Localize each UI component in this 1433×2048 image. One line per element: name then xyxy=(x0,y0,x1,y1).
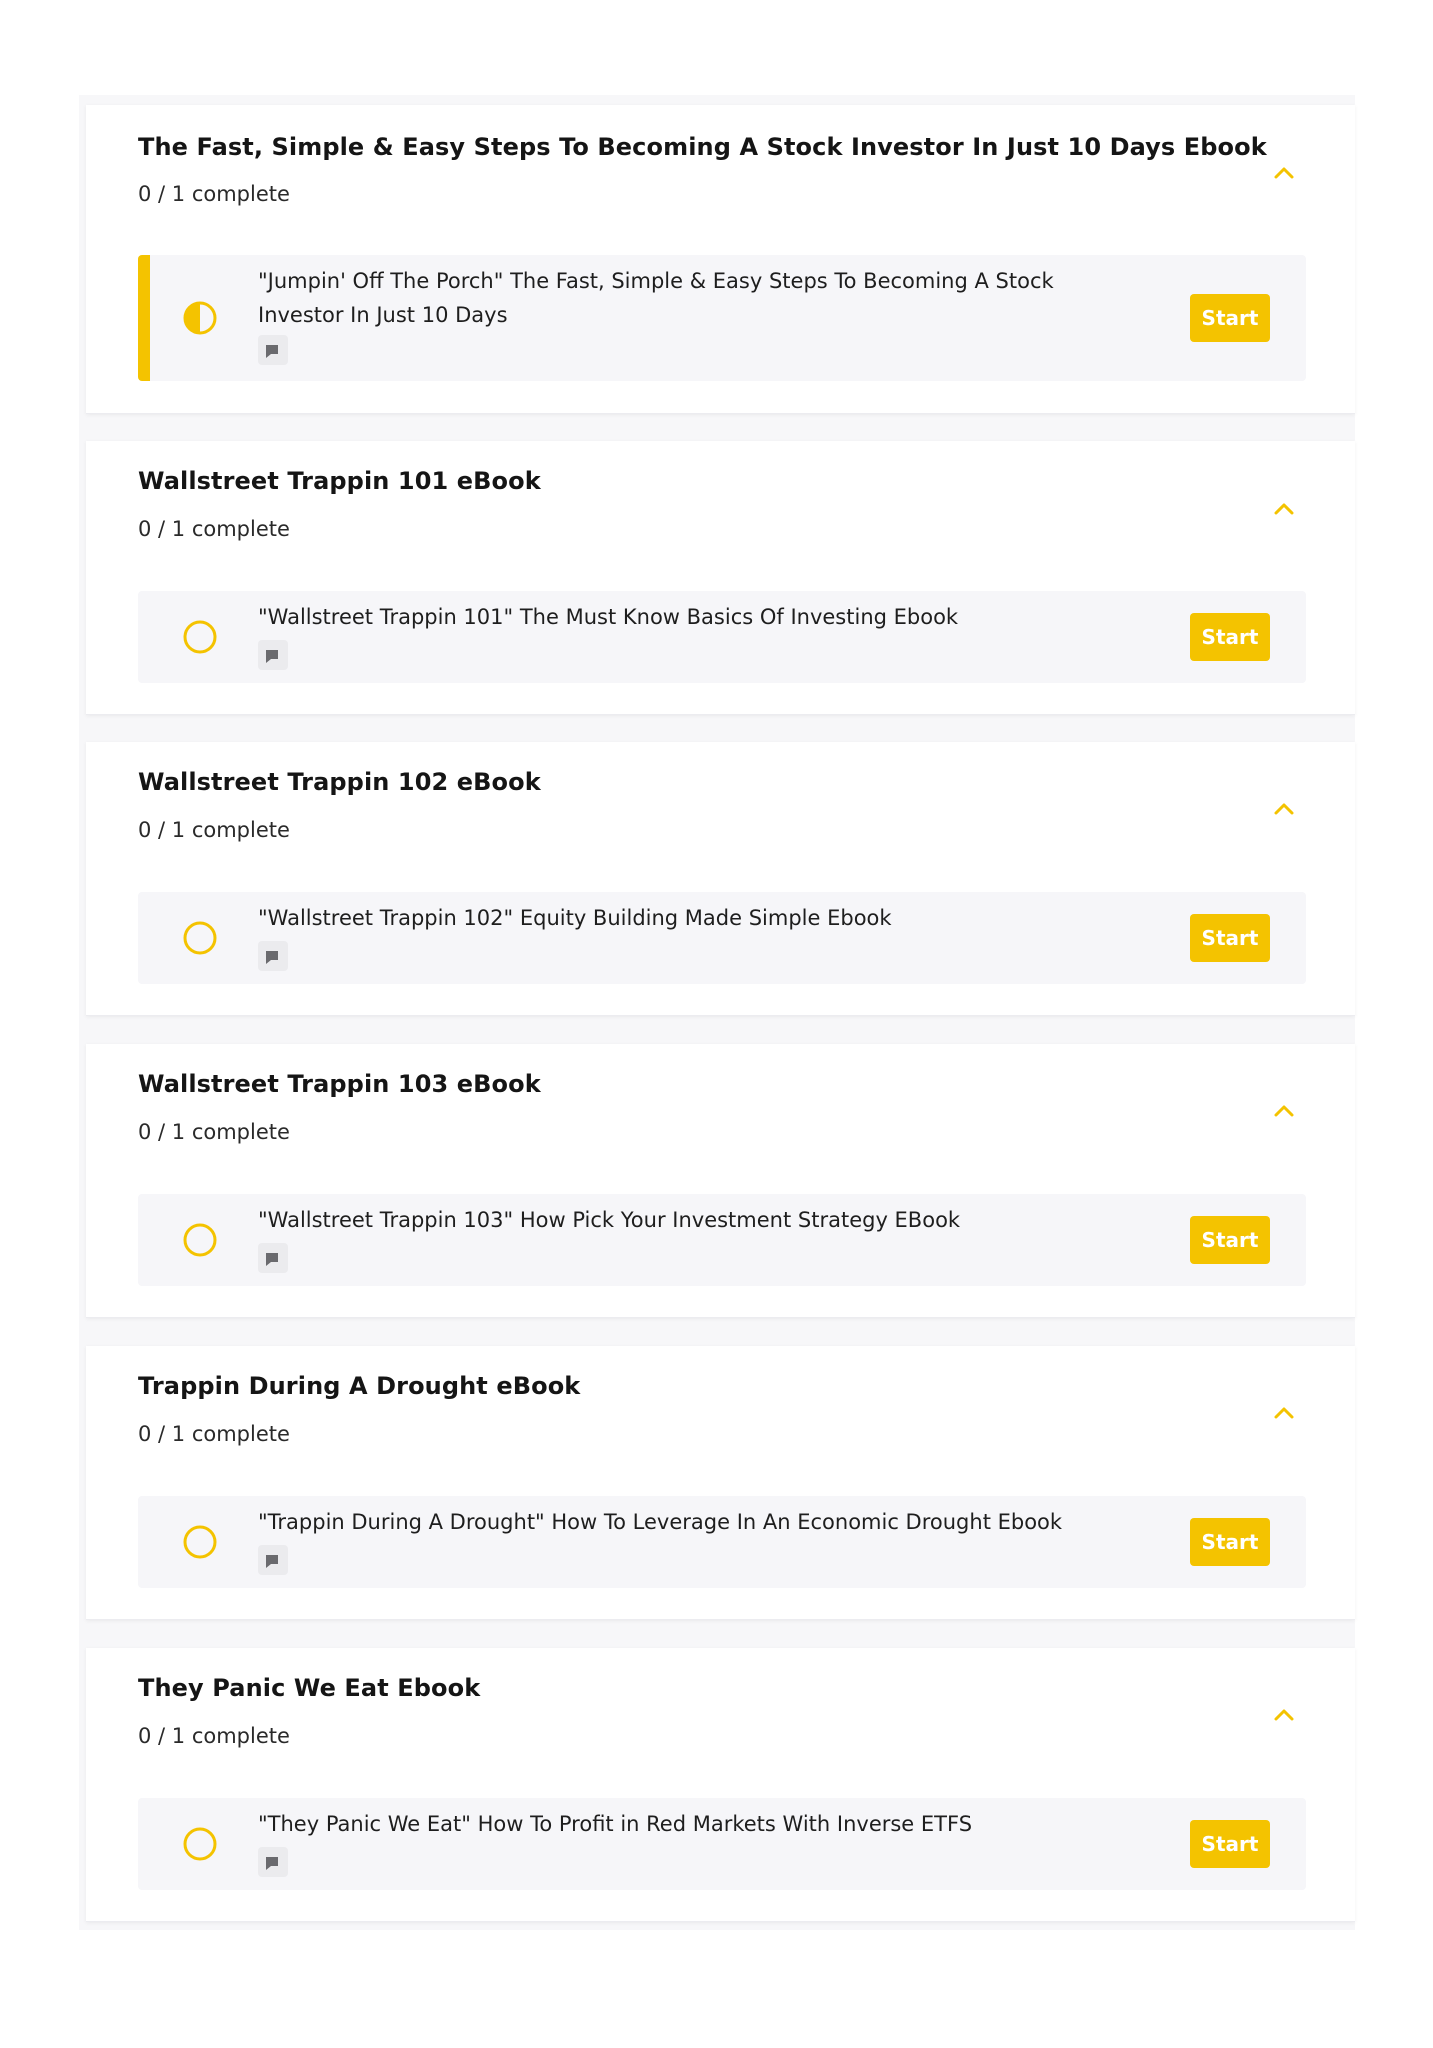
empty-circle-icon xyxy=(183,620,217,654)
document-icon xyxy=(258,1847,288,1877)
document-icon xyxy=(258,941,288,971)
empty-circle-icon xyxy=(183,1223,217,1257)
empty-circle-icon xyxy=(183,921,217,955)
section-progress: 0 / 1 complete xyxy=(138,818,290,842)
section-title: Wallstreet Trappin 101 eBook xyxy=(138,467,541,495)
empty-circle-icon xyxy=(183,1525,217,1559)
course-section: They Panic We Eat Ebook 0 / 1 complete "… xyxy=(86,1648,1355,1922)
chevron-up-icon[interactable] xyxy=(1272,801,1296,817)
lesson-row[interactable]: "Jumpin' Off The Porch" The Fast, Simple… xyxy=(138,255,1306,381)
document-icon xyxy=(258,640,288,670)
start-button[interactable]: Start xyxy=(1190,613,1270,661)
lesson-title: "They Panic We Eat" How To Profit in Red… xyxy=(258,1812,973,1836)
lesson-row[interactable]: "Wallstreet Trappin 102" Equity Building… xyxy=(138,892,1306,984)
document-icon xyxy=(258,1243,288,1273)
start-button[interactable]: Start xyxy=(1190,1518,1270,1566)
chevron-up-icon[interactable] xyxy=(1272,1707,1296,1723)
course-section: The Fast, Simple & Easy Steps To Becomin… xyxy=(86,105,1355,414)
document-icon xyxy=(258,1545,288,1575)
section-title: Trappin During A Drought eBook xyxy=(138,1372,581,1400)
section-progress: 0 / 1 complete xyxy=(138,517,290,541)
chevron-up-icon[interactable] xyxy=(1272,1103,1296,1119)
lesson-row[interactable]: "Trappin During A Drought" How To Levera… xyxy=(138,1496,1306,1588)
lesson-row[interactable]: "Wallstreet Trappin 101" The Must Know B… xyxy=(138,591,1306,683)
section-title: They Panic We Eat Ebook xyxy=(138,1674,481,1702)
lesson-title: "Wallstreet Trappin 103" How Pick Your I… xyxy=(258,1208,961,1232)
course-section: Wallstreet Trappin 103 eBook 0 / 1 compl… xyxy=(86,1044,1355,1318)
lesson-title: "Jumpin' Off The Porch" The Fast, Simple… xyxy=(258,269,1054,327)
chevron-up-icon[interactable] xyxy=(1272,165,1296,181)
course-section: Wallstreet Trappin 101 eBook 0 / 1 compl… xyxy=(86,441,1355,715)
lesson-title: "Wallstreet Trappin 101" The Must Know B… xyxy=(258,605,959,629)
chevron-up-icon[interactable] xyxy=(1272,1405,1296,1421)
lesson-title: "Wallstreet Trappin 102" Equity Building… xyxy=(258,906,892,930)
start-button[interactable]: Start xyxy=(1190,1216,1270,1264)
start-button[interactable]: Start xyxy=(1190,1820,1270,1868)
section-title: The Fast, Simple & Easy Steps To Becomin… xyxy=(138,133,1267,161)
start-button[interactable]: Start xyxy=(1190,294,1270,342)
empty-circle-icon xyxy=(183,1827,217,1861)
section-progress: 0 / 1 complete xyxy=(138,1120,290,1144)
course-section: Trappin During A Drought eBook 0 / 1 com… xyxy=(86,1346,1355,1620)
section-title: Wallstreet Trappin 103 eBook xyxy=(138,1070,541,1098)
section-progress: 0 / 1 complete xyxy=(138,182,290,206)
lesson-row[interactable]: "Wallstreet Trappin 103" How Pick Your I… xyxy=(138,1194,1306,1286)
document-icon xyxy=(258,335,288,365)
half-circle-icon xyxy=(183,301,217,335)
section-title: Wallstreet Trappin 102 eBook xyxy=(138,768,541,796)
course-section: Wallstreet Trappin 102 eBook 0 / 1 compl… xyxy=(86,742,1355,1016)
section-progress: 0 / 1 complete xyxy=(138,1422,290,1446)
section-progress: 0 / 1 complete xyxy=(138,1724,290,1748)
start-button[interactable]: Start xyxy=(1190,914,1270,962)
lesson-row[interactable]: "They Panic We Eat" How To Profit in Red… xyxy=(138,1798,1306,1890)
lesson-title: "Trappin During A Drought" How To Levera… xyxy=(258,1510,1063,1534)
chevron-up-icon[interactable] xyxy=(1272,501,1296,517)
